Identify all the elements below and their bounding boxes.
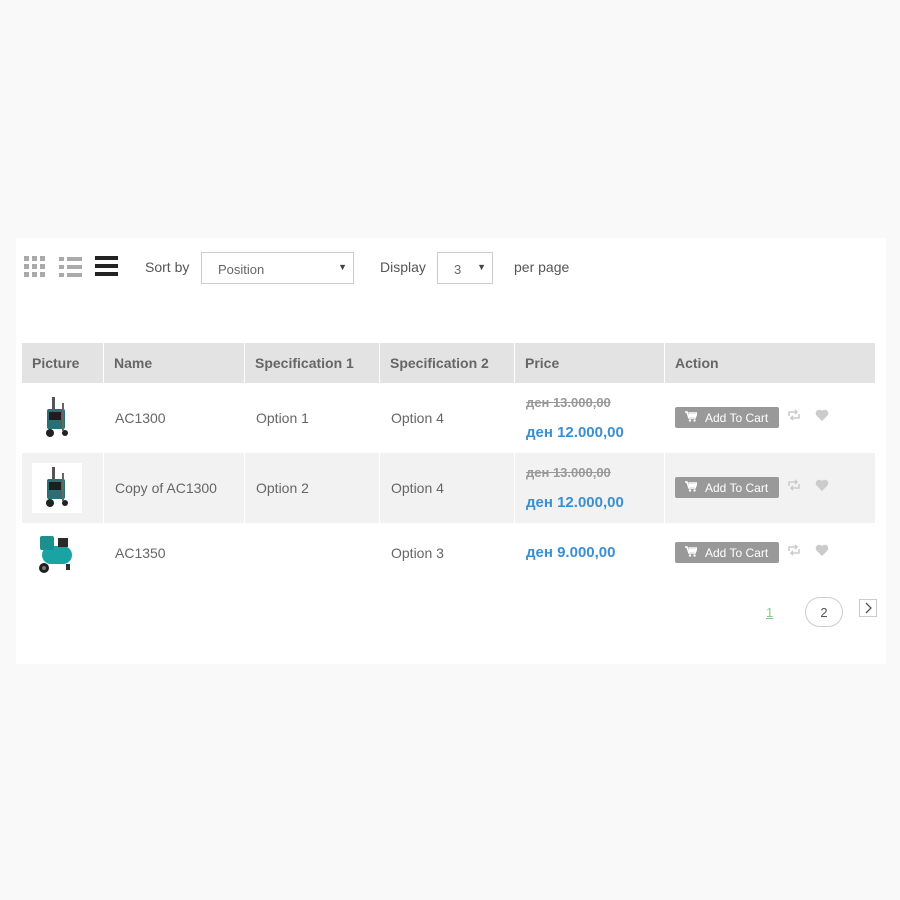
header-name: Name <box>104 343 245 383</box>
product-image[interactable] <box>32 393 82 443</box>
per-page-label: per page <box>514 259 570 275</box>
cart-icon <box>685 546 697 557</box>
add-to-cart-button[interactable]: Add To Cart <box>675 477 779 498</box>
list-view-icon[interactable] <box>59 256 82 278</box>
current-price: ден 12.000,00 <box>526 494 624 511</box>
table-row: Copy of AC1300 Option 2 Option 4 ден 13.… <box>22 453 875 523</box>
table-header: Picture Name Specification 1 Specificati… <box>22 343 875 383</box>
cart-icon <box>685 481 697 492</box>
product-image[interactable] <box>32 528 82 578</box>
caret-down-icon: ▼ <box>477 262 486 272</box>
add-to-cart-button[interactable]: Add To Cart <box>675 542 779 563</box>
old-price: ден 13.000,00 <box>526 465 611 480</box>
add-to-cart-label: Add To Cart <box>705 546 769 560</box>
table-row: AC1300 Option 1 Option 4 ден 13.000,00 д… <box>22 383 875 453</box>
compare-icon[interactable] <box>787 544 801 556</box>
product-listing-panel: Sort by Position ▼ Display 3 ▼ per page … <box>16 238 886 664</box>
header-price: Price <box>515 343 665 383</box>
sort-label: Sort by <box>145 259 190 275</box>
product-name-link[interactable]: AC1350 <box>115 545 166 561</box>
heart-icon[interactable] <box>815 479 829 492</box>
page-size-select[interactable]: 3 ▼ <box>437 252 493 284</box>
spec1-value: Option 1 <box>256 410 309 426</box>
sort-select[interactable]: Position ▼ <box>201 252 354 284</box>
page-link[interactable]: 2 <box>805 597 843 627</box>
chevron-right-icon <box>865 602 872 614</box>
spec2-value: Option 4 <box>391 480 444 496</box>
add-to-cart-button[interactable]: Add To Cart <box>675 407 779 428</box>
table-row: AC1350 Option 3 ден 9.000,00 Add To Cart <box>22 523 875 583</box>
current-price: ден 12.000,00 <box>526 424 624 441</box>
caret-down-icon: ▼ <box>338 262 347 272</box>
heart-icon[interactable] <box>815 409 829 422</box>
toolbar: Sort by Position ▼ Display 3 ▼ per page <box>24 252 874 284</box>
cart-icon <box>685 411 697 422</box>
spec1-value: Option 2 <box>256 480 309 496</box>
old-price: ден 13.000,00 <box>526 395 611 410</box>
compare-icon[interactable] <box>787 479 801 491</box>
header-spec2: Specification 2 <box>380 343 515 383</box>
compare-icon[interactable] <box>787 409 801 421</box>
display-label: Display <box>380 259 426 275</box>
page-size-value: 3 <box>454 262 462 277</box>
add-to-cart-label: Add To Cart <box>705 411 769 425</box>
heart-icon[interactable] <box>815 544 829 557</box>
table-view-icon[interactable] <box>95 256 118 278</box>
product-image[interactable] <box>32 463 82 513</box>
next-page-button[interactable] <box>859 599 877 617</box>
spec2-value: Option 3 <box>391 545 444 561</box>
sort-select-value: Position <box>218 262 265 277</box>
product-name-link[interactable]: AC1300 <box>115 410 166 426</box>
add-to-cart-label: Add To Cart <box>705 481 769 495</box>
header-action: Action <box>675 355 719 371</box>
product-table: Picture Name Specification 1 Specificati… <box>22 343 875 583</box>
spec2-value: Option 4 <box>391 410 444 426</box>
header-spec1: Specification 1 <box>245 343 380 383</box>
grid-view-icon[interactable] <box>24 256 47 278</box>
header-picture: Picture <box>22 343 104 383</box>
current-page: 1 <box>766 605 774 620</box>
current-price: ден 9.000,00 <box>526 544 616 561</box>
product-name-link[interactable]: Copy of AC1300 <box>115 480 217 496</box>
